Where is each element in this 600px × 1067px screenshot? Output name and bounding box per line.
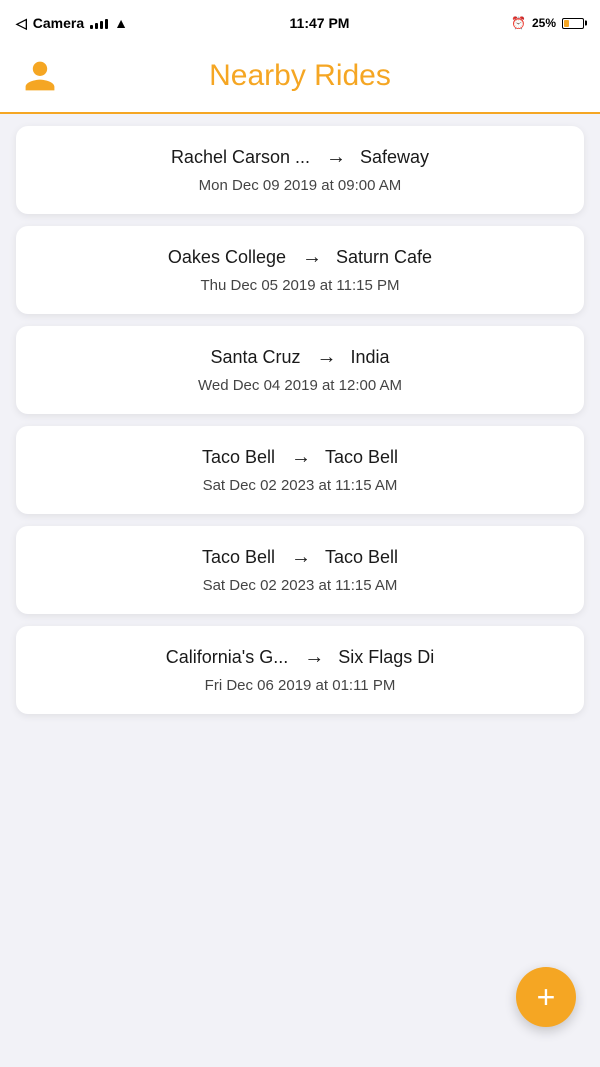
arrow-icon: → [291, 446, 309, 469]
ride-from: Oakes College [168, 247, 286, 268]
signal-bar-1 [90, 25, 93, 29]
status-left: ◁ Camera ▲ [16, 15, 128, 32]
ride-to: Saturn Cafe [336, 247, 432, 268]
ride-card[interactable]: Rachel Carson ... → Safeway Mon Dec 09 2… [16, 126, 584, 214]
ride-to: Taco Bell [325, 547, 398, 568]
ride-route: Santa Cruz → India [40, 346, 560, 369]
ride-datetime: Sat Dec 02 2023 at 11:15 AM [40, 577, 560, 594]
rides-list: Rachel Carson ... → Safeway Mon Dec 09 2… [0, 114, 600, 726]
ride-card[interactable]: Taco Bell → Taco Bell Sat Dec 02 2023 at… [16, 426, 584, 514]
ride-card[interactable]: Oakes College → Saturn Cafe Thu Dec 05 2… [16, 226, 584, 314]
ride-route: Oakes College → Saturn Cafe [40, 246, 560, 269]
header: Nearby Rides [0, 44, 600, 114]
page-title: Nearby Rides [60, 59, 540, 93]
ride-from: Taco Bell [202, 547, 275, 568]
ride-from: Rachel Carson ... [171, 147, 310, 168]
carrier-label: Camera [33, 15, 84, 31]
ride-to: Taco Bell [325, 447, 398, 468]
ride-route: California's G... → Six Flags Di [40, 646, 560, 669]
ride-datetime: Thu Dec 05 2019 at 11:15 PM [40, 277, 560, 294]
status-right: ⏰ 25% [511, 16, 584, 30]
signal-bar-2 [95, 23, 98, 29]
ride-card[interactable]: California's G... → Six Flags Di Fri Dec… [16, 626, 584, 714]
signal-bars [90, 17, 108, 29]
arrow-icon: → [291, 546, 309, 569]
wifi-icon: ▲ [114, 15, 128, 31]
ride-card[interactable]: Santa Cruz → India Wed Dec 04 2019 at 12… [16, 326, 584, 414]
alarm-icon: ⏰ [511, 16, 526, 30]
ride-datetime: Fri Dec 06 2019 at 01:11 PM [40, 677, 560, 694]
ride-from: Taco Bell [202, 447, 275, 468]
ride-to: Safeway [360, 147, 429, 168]
back-arrow-icon: ◁ [16, 15, 27, 32]
arrow-icon: → [317, 346, 335, 369]
ride-datetime: Wed Dec 04 2019 at 12:00 AM [40, 377, 560, 394]
add-icon: + [537, 981, 556, 1013]
ride-route: Taco Bell → Taco Bell [40, 446, 560, 469]
user-icon[interactable] [20, 56, 60, 96]
ride-card[interactable]: Taco Bell → Taco Bell Sat Dec 02 2023 at… [16, 526, 584, 614]
battery-icon [562, 18, 584, 29]
signal-bar-3 [100, 21, 103, 29]
status-time: 11:47 PM [290, 15, 350, 31]
ride-route: Rachel Carson ... → Safeway [40, 146, 560, 169]
ride-to: India [351, 347, 390, 368]
status-bar: ◁ Camera ▲ 11:47 PM ⏰ 25% [0, 0, 600, 44]
add-ride-button[interactable]: + [516, 967, 576, 1027]
ride-from: California's G... [166, 647, 288, 668]
arrow-icon: → [302, 246, 320, 269]
ride-to: Six Flags Di [338, 647, 434, 668]
ride-datetime: Mon Dec 09 2019 at 09:00 AM [40, 177, 560, 194]
battery-percent: 25% [532, 16, 556, 30]
signal-bar-4 [105, 19, 108, 29]
battery-fill [564, 20, 569, 27]
ride-route: Taco Bell → Taco Bell [40, 546, 560, 569]
ride-from: Santa Cruz [210, 347, 300, 368]
ride-datetime: Sat Dec 02 2023 at 11:15 AM [40, 477, 560, 494]
arrow-icon: → [304, 646, 322, 669]
battery-container [562, 18, 584, 29]
arrow-icon: → [326, 146, 344, 169]
